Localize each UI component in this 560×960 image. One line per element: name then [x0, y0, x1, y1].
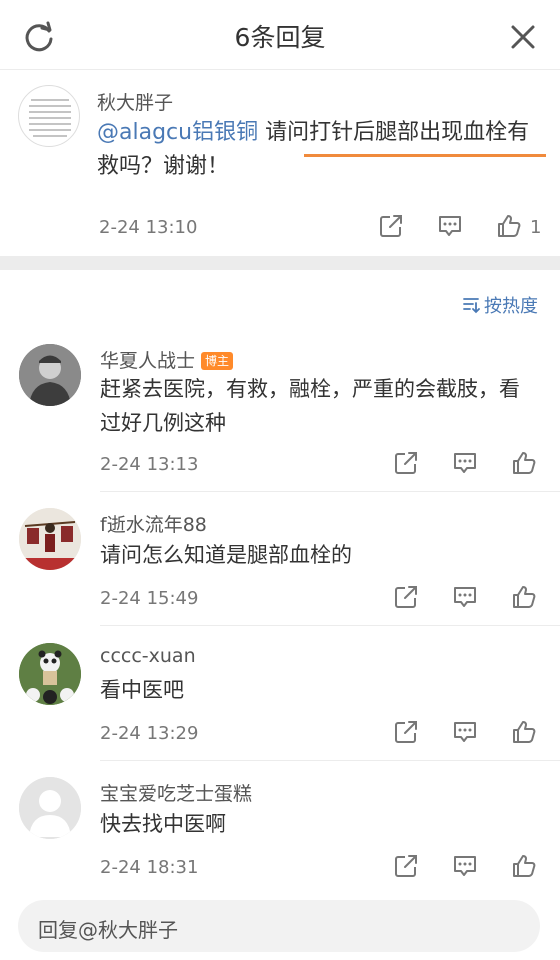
- sort-label: 按热度: [484, 296, 538, 317]
- comment-text: 请问怎么知道是腿部血栓的: [100, 543, 352, 567]
- comment-icon[interactable]: [452, 584, 478, 610]
- like-icon[interactable]: [511, 584, 537, 610]
- like-icon[interactable]: [496, 213, 522, 239]
- share-icon[interactable]: [393, 853, 419, 879]
- mention-link[interactable]: @alagcu铝银铜: [97, 120, 258, 145]
- blogger-badge: 博主: [201, 352, 234, 370]
- timestamp: 2-24 15:49: [100, 588, 199, 609]
- comment-text: 快去找中医啊: [100, 812, 226, 836]
- row-divider: [100, 625, 560, 626]
- like-icon[interactable]: [511, 719, 537, 745]
- share-icon[interactable]: [393, 719, 419, 745]
- timestamp: 2-24 13:10: [99, 217, 198, 238]
- sort-by-hot-button[interactable]: 按热度: [462, 292, 538, 318]
- page-title: 6条回复: [234, 23, 326, 52]
- share-icon[interactable]: [393, 450, 419, 476]
- comment-icon[interactable]: [452, 853, 478, 879]
- sort-icon: [463, 298, 480, 314]
- list-item: 华夏人战士 博主 赶紧去医院，有救，融栓，严重的会截肢，看过好几例这种 2-24 …: [0, 340, 560, 492]
- avatar[interactable]: [19, 344, 81, 406]
- username[interactable]: 秋大胖子: [97, 88, 173, 115]
- avatar[interactable]: [19, 508, 81, 570]
- header-bar: 6条回复: [0, 0, 560, 70]
- comment-icon[interactable]: [437, 213, 463, 239]
- close-icon[interactable]: [506, 20, 540, 54]
- list-item: f逝水流年88 请问怎么知道是腿部血栓的 2-24 15:49: [0, 506, 560, 626]
- reply-input-placeholder: 回复@秋大胖子: [38, 918, 178, 942]
- like-icon[interactable]: [511, 450, 537, 476]
- row-divider: [100, 491, 560, 492]
- comment-icon[interactable]: [452, 450, 478, 476]
- list-item: cccc-xuan 看中医吧 2-24 13:29: [0, 641, 560, 761]
- username[interactable]: 宝宝爱吃芝士蛋糕: [100, 779, 252, 806]
- highlight-underline: [304, 154, 546, 157]
- section-divider: [0, 256, 560, 270]
- comment-icon[interactable]: [452, 719, 478, 745]
- comment-text: 看中医吧: [100, 678, 184, 702]
- avatar[interactable]: [19, 777, 81, 839]
- like-count: 1: [530, 217, 542, 238]
- timestamp: 2-24 13:13: [100, 454, 199, 475]
- username[interactable]: cccc-xuan: [100, 645, 196, 667]
- like-icon[interactable]: [511, 853, 537, 879]
- comment-text: @alagcu铝银铜 请问打针后腿部出现血栓有救吗？谢谢！: [97, 120, 530, 179]
- list-item: 宝宝爱吃芝士蛋糕 快去找中医啊 2-24 18:31: [0, 775, 560, 885]
- timestamp: 2-24 18:31: [100, 857, 199, 878]
- avatar[interactable]: [19, 643, 81, 705]
- share-icon[interactable]: [378, 213, 404, 239]
- share-icon[interactable]: [393, 584, 419, 610]
- comment-text: 赶紧去医院，有救，融栓，严重的会截肢，看过好几例这种: [100, 377, 520, 435]
- timestamp: 2-24 13:29: [100, 723, 199, 744]
- username[interactable]: f逝水流年88: [100, 510, 207, 537]
- reply-input[interactable]: 回复@秋大胖子: [18, 900, 540, 952]
- row-divider: [100, 760, 560, 761]
- avatar[interactable]: [18, 85, 80, 147]
- username[interactable]: 华夏人战士 博主: [100, 346, 234, 373]
- root-comment: 秋大胖子 @alagcu铝银铜 请问打针后腿部出现血栓有救吗？谢谢！ 2-24 …: [0, 70, 560, 256]
